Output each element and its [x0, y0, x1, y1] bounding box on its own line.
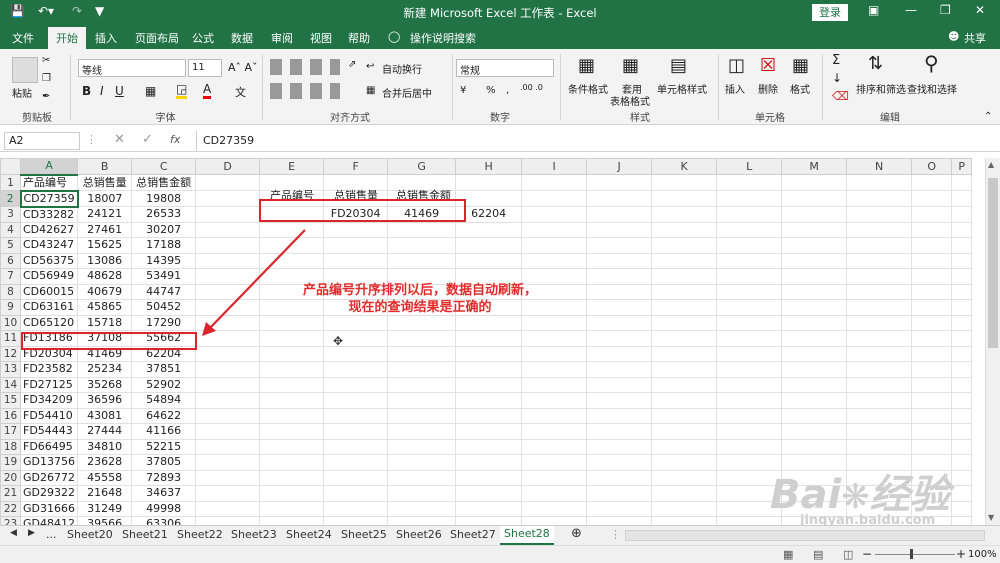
cell-cursor-icon: ✥: [333, 334, 344, 348]
sheet-tab[interactable]: Sheet22: [177, 528, 223, 541]
prev-sheet-icon[interactable]: ◀: [10, 528, 17, 538]
next-sheet-icon[interactable]: ▶: [28, 528, 35, 538]
sheet-tab[interactable]: Sheet27: [450, 528, 496, 541]
zoom-in-icon[interactable]: +: [956, 547, 966, 561]
scroll-thumb[interactable]: [988, 178, 998, 348]
add-sheet-icon[interactable]: ⊕: [571, 526, 582, 541]
normal-view-icon[interactable]: ▦: [783, 548, 793, 561]
sheet-tab[interactable]: Sheet20: [67, 528, 113, 541]
zoom-slider-thumb[interactable]: [910, 549, 913, 559]
scroll-up-icon[interactable]: ▲: [988, 160, 994, 169]
sheet-tab[interactable]: Sheet25: [341, 528, 387, 541]
zoom-out-icon[interactable]: −: [862, 547, 872, 561]
scroll-down-icon[interactable]: ▼: [988, 513, 994, 522]
sheet-tab-bar: ◀ ▶ ... Sheet20 Sheet21 Sheet22 Sheet23 …: [0, 525, 1000, 545]
sheet-tab[interactable]: Sheet26: [396, 528, 442, 541]
page-layout-view-icon[interactable]: ▤: [813, 548, 823, 561]
sheet-tab-active[interactable]: Sheet28: [500, 526, 554, 545]
page-break-view-icon[interactable]: ◫: [843, 548, 853, 561]
sheet-tab[interactable]: Sheet24: [286, 528, 332, 541]
annotation-line-2: 现在的查询结果是正确的: [348, 300, 492, 315]
tab-split-handle[interactable]: ⋮: [610, 528, 621, 541]
sheet-tab[interactable]: Sheet23: [231, 528, 277, 541]
watermark-logo: Bai❋经验: [770, 472, 950, 518]
zoom-slider[interactable]: [875, 554, 955, 555]
vertical-scrollbar[interactable]: ▲ ▼: [985, 158, 1000, 525]
more-sheets[interactable]: ...: [46, 528, 57, 541]
status-bar: ▦ ▤ ◫ − + 100%: [0, 545, 1000, 563]
zoom-level[interactable]: 100%: [968, 549, 997, 560]
annotation-line-1: 产品编号升序排列以后，数据自动刷新，: [302, 283, 537, 298]
annotation-text: 产品编号升序排列以后，数据自动刷新， 现在的查询结果是正确的: [280, 282, 560, 316]
horizontal-scrollbar[interactable]: [625, 530, 985, 541]
sheet-tab[interactable]: Sheet21: [122, 528, 168, 541]
